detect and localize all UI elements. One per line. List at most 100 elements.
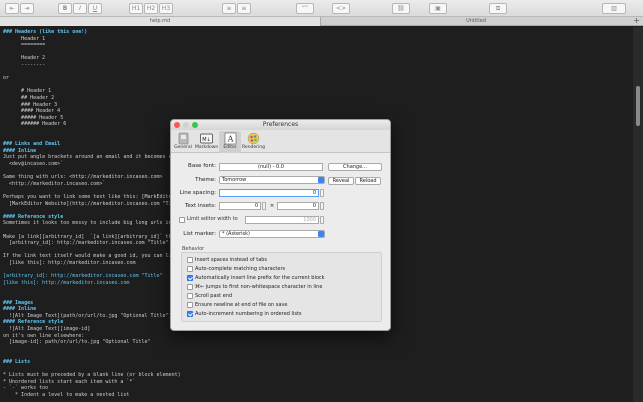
editor-line: [like this]: http://markeditor.incaseo.c… — [3, 279, 130, 286]
editor-line: -------- — [3, 62, 46, 68]
inset-y-stepper[interactable] — [320, 202, 324, 210]
behavior-option-label: Auto-complete matching characters — [195, 265, 286, 272]
inset-y-field[interactable]: 0 — [277, 202, 319, 210]
scrollbar-thumb[interactable] — [636, 86, 640, 126]
theme-label: Theme: — [195, 177, 216, 183]
h1-button[interactable]: H1 — [129, 3, 143, 14]
editor-line: Header 1 — [3, 35, 46, 42]
behavior-checkbox[interactable] — [187, 275, 193, 281]
line-spacing-stepper[interactable] — [320, 189, 324, 197]
image-button[interactable]: ▣ — [429, 3, 447, 14]
inset-x-field[interactable]: 0 — [219, 202, 261, 210]
editor-line: #### Reference style — [3, 319, 64, 326]
limit-width-field[interactable]: 1000 — [245, 216, 319, 224]
editor-line: #### Inline — [3, 306, 37, 313]
chevron-down-icon — [318, 231, 324, 237]
behavior-checkbox[interactable] — [187, 284, 193, 290]
italic-button[interactable]: I — [73, 3, 87, 14]
behavior-box: Insert spaces instead of tabs Auto-comple… — [181, 252, 382, 322]
editor-line: Same thing with urls: <http://markeditor… — [3, 174, 163, 181]
tab-bar: help.md Untitled + — [0, 16, 643, 26]
editor-line: - `-` works too — [3, 385, 49, 392]
editor-line: * Unordered lists start each item with a… — [3, 378, 136, 385]
behavior-option-label: Insert spaces instead of tabs — [195, 256, 268, 263]
list-marker-select[interactable]: * (Asterisk) — [219, 230, 325, 238]
editor-line: ### Headers (like this one!) — [3, 29, 88, 35]
editor-line: ### Lists — [3, 359, 31, 365]
tab-editor-label: Editor — [223, 145, 237, 150]
tab-rendering[interactable]: Rendering — [242, 131, 265, 153]
editor-line: #### Reference style — [3, 213, 64, 220]
editor-scrollbar[interactable] — [633, 27, 643, 402]
editor-line: ### Links and Email — [3, 141, 61, 148]
h2-button[interactable]: H2 — [144, 3, 158, 14]
theme-select[interactable]: Tomorrow — [219, 176, 325, 184]
behavior-option-label: Automatically insert line prefix for the… — [195, 274, 325, 281]
line-spacing-label: Line spacing: — [179, 190, 216, 196]
tab-markdown[interactable]: M↓ Markdown — [195, 131, 219, 153]
inset-x-stepper[interactable] — [262, 202, 266, 210]
editor-line: ##### Header 5 — [3, 114, 64, 121]
tab-untitled[interactable]: Untitled — [321, 17, 631, 26]
limit-width-checkbox[interactable] — [179, 217, 185, 223]
editor-line: <dev@incaseo.com>` — [3, 161, 64, 167]
list-marker-label: List marker: — [183, 231, 216, 237]
editor-line: <http://markeditor.incaseo.com>` — [3, 180, 106, 187]
dialog-titlebar: Preferences — [171, 120, 390, 130]
editor-line: #### Inline — [3, 147, 37, 154]
tab-help-md[interactable]: help.md — [0, 17, 321, 26]
editor-line: [image-id]: path/or/url/to.jpg "Optional… — [3, 339, 151, 346]
editor-line: or — [3, 75, 10, 82]
editor-line: ![Alt Image Text](path/or/url/to.jpg "Op… — [3, 312, 172, 319]
editor-line: Header 2 — [3, 55, 46, 62]
preferences-tab-bar: General M↓ Markdown A Editor Rendering — [171, 130, 390, 153]
editor-line: on it's own line elsewhere: — [3, 332, 85, 339]
editor-line: # Header 1 — [3, 88, 52, 95]
bold-button[interactable]: B — [58, 3, 72, 14]
markdown-icon: M↓ — [199, 133, 213, 144]
tab-general[interactable]: General — [172, 131, 194, 153]
behavior-checkbox[interactable] — [187, 257, 193, 263]
editor-line: [arbitrary_id]: http://markeditor.incase… — [3, 240, 169, 247]
editor-line: #### Header 4 — [3, 108, 61, 115]
underline-button[interactable]: U — [88, 3, 102, 14]
indent-button[interactable]: ⇥ — [20, 3, 34, 14]
rendering-icon — [247, 132, 259, 145]
chevron-down-icon — [318, 177, 324, 183]
behavior-checkbox[interactable] — [187, 302, 193, 308]
tab-general-label: General — [174, 145, 192, 150]
editor-line: * Lists must be preceded by a blank line… — [3, 372, 181, 379]
behavior-checkbox[interactable] — [187, 293, 193, 299]
behavior-checkbox[interactable] — [187, 311, 193, 317]
copy-html-button[interactable]: ⧉ — [489, 3, 507, 14]
behavior-option-label: Scroll past end — [195, 292, 233, 299]
preferences-dialog: Preferences General M↓ Markdown A Editor… — [170, 119, 391, 331]
change-font-button[interactable]: Change... — [328, 163, 382, 171]
reload-button[interactable]: Reload — [355, 177, 381, 185]
base-font-field: (null) - 0.0 — [219, 163, 323, 171]
reveal-button[interactable]: Reveal — [328, 177, 354, 185]
list-marker-value: * (Asterisk) — [222, 231, 250, 237]
tab-editor[interactable]: A Editor — [219, 131, 241, 153]
editor-line: ### Images — [3, 299, 34, 306]
tab-rendering-label: Rendering — [242, 145, 265, 150]
limit-width-stepper[interactable] — [320, 216, 324, 224]
svg-text:M↓: M↓ — [202, 137, 211, 143]
code-button[interactable]: <> — [332, 3, 350, 14]
tab-markdown-label: Markdown — [195, 145, 219, 150]
add-tab-button[interactable]: + — [633, 16, 640, 26]
behavior-checkbox[interactable] — [187, 266, 193, 272]
layout-button[interactable]: ▥ — [602, 3, 626, 14]
editor-icon: A — [224, 132, 236, 145]
line-spacing-field[interactable]: 0 — [219, 189, 319, 197]
outdent-button[interactable]: ⇤ — [5, 3, 19, 14]
quote-button[interactable]: “” — [296, 3, 314, 14]
unordered-list-button[interactable]: ≡ — [237, 3, 251, 14]
ordered-list-button[interactable]: ≡ — [222, 3, 236, 14]
dialog-title: Preferences — [262, 121, 299, 128]
editor-line: ![Alt Image Text][image-id] — [3, 326, 91, 332]
h3-button[interactable]: H3 — [159, 3, 173, 14]
editor-line: ## Header 2 — [3, 95, 55, 101]
behavior-option-label: ⌘← jumps to first non-whitespace charact… — [195, 283, 323, 290]
link-button[interactable]: ⛓ — [392, 3, 410, 14]
